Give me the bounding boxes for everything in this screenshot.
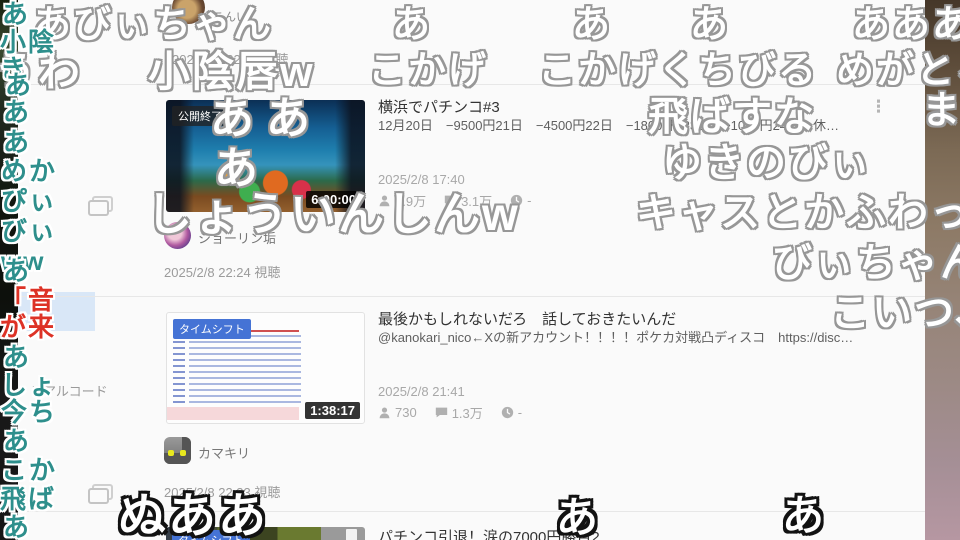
clock-icon bbox=[501, 406, 513, 419]
danmaku-comment: あ bbox=[556, 494, 601, 540]
broadcast-date: 2025/2/8 21:41 bbox=[378, 384, 465, 399]
danmaku-comment: こか bbox=[1, 455, 58, 485]
thumbnail-number-column bbox=[173, 335, 185, 407]
danmaku-comment: 「音 bbox=[0, 285, 57, 315]
stats-row: 730 1.3万 - bbox=[378, 403, 522, 422]
danmaku-comment: 飛ばすな bbox=[648, 95, 816, 139]
danmaku-comment: あ bbox=[572, 4, 613, 46]
thumbnail-pink-bar bbox=[167, 407, 299, 420]
file-icon bbox=[346, 529, 357, 540]
timeshift-count: - bbox=[527, 193, 532, 208]
video-title[interactable]: 横浜でパチンコ#3 bbox=[378, 96, 500, 117]
danmaku-comment: あ bbox=[3, 342, 32, 372]
thumbnail-text-rows bbox=[189, 335, 301, 407]
danmaku-comment: あ bbox=[5, 70, 34, 100]
danmaku-comment: しょ bbox=[1, 370, 58, 400]
danmaku-comment: まあ bbox=[922, 90, 960, 132]
broadcast-date: 2025/2/8 17:40 bbox=[378, 172, 465, 187]
danmaku-comment: びぃ bbox=[1, 216, 58, 246]
danmaku-comment: あ bbox=[782, 492, 827, 539]
danmaku-comment: ああ bbox=[210, 94, 322, 143]
danmaku-comment: ぬああ bbox=[118, 490, 269, 540]
viewer-count: 730 bbox=[395, 405, 417, 420]
duration-badge: 1:38:17 bbox=[305, 402, 360, 419]
danmaku-comment: が来 bbox=[0, 312, 57, 342]
danmaku-comment: 小陰 bbox=[0, 27, 57, 57]
danmaku-comment: あ bbox=[214, 144, 260, 193]
comment-icon bbox=[435, 407, 447, 418]
viewer-icon bbox=[379, 407, 390, 419]
danmaku-comment: 今ち bbox=[1, 397, 58, 427]
danmaku-comment: キャスとかふわっち bbox=[636, 191, 960, 235]
channel-name[interactable]: カマキリ bbox=[198, 443, 250, 462]
video-thumbnail[interactable]: タイムシフト 1:38:17 bbox=[166, 312, 365, 424]
danmaku-comment: びぃちゃん bbox=[772, 241, 960, 285]
timeshift-badge: タイムシフト bbox=[173, 319, 251, 339]
item-menu-button[interactable]: ⋮ bbox=[870, 98, 887, 115]
danmaku-comment: あ bbox=[690, 4, 731, 46]
danmaku-comment: あああ bbox=[852, 4, 960, 46]
timeshift-count: - bbox=[517, 405, 523, 420]
divider bbox=[18, 296, 925, 297]
video-title[interactable]: 最後かもしれないだろ 話しておきたいんだ bbox=[378, 308, 676, 329]
danmaku-comment: あ bbox=[3, 97, 32, 127]
danmaku-comment: しょういんしんw bbox=[146, 188, 520, 240]
danmaku-comment: あびぃちゃん bbox=[33, 4, 274, 46]
timeshift-stat: - bbox=[501, 405, 522, 420]
danmaku-comment: ぴぃ bbox=[1, 186, 58, 216]
viewers-stat: 730 bbox=[378, 405, 417, 420]
danmaku-comment: めがとろ bbox=[836, 50, 960, 92]
danmaku-comment: あ bbox=[3, 127, 32, 157]
watch-history-page: リアルコード こんい 2025/2/8 22:25 視聴 公開終了 6:00:0… bbox=[0, 0, 960, 540]
copy-stack-icon[interactable] bbox=[88, 196, 113, 216]
danmaku-comment: あ bbox=[2, 0, 31, 29]
copy-stack-icon[interactable] bbox=[88, 484, 113, 504]
danmaku-comment: こかげくちびる bbox=[538, 50, 819, 92]
danmaku-comment: あ bbox=[3, 256, 32, 286]
danmaku-comment: あ bbox=[3, 512, 32, 540]
danmaku-comment: あ bbox=[392, 4, 433, 46]
comments-stat: 1.3万 bbox=[435, 403, 483, 422]
danmaku-comment: こいつ、 bbox=[830, 291, 960, 335]
danmaku-comment: めか bbox=[1, 156, 58, 186]
danmaku-comment: 飛ば bbox=[0, 484, 57, 514]
watched-timestamp: 2025/2/8 22:24 視聴 bbox=[164, 265, 281, 280]
danmaku-comment: 小陰唇w bbox=[148, 48, 315, 95]
avatar[interactable] bbox=[164, 437, 191, 464]
danmaku-comment: こかげ bbox=[368, 50, 489, 92]
danmaku-comment: あ bbox=[3, 426, 32, 456]
danmaku-comment: ゆきのびぃ bbox=[662, 141, 872, 185]
comment-count: 1.3万 bbox=[451, 406, 483, 421]
